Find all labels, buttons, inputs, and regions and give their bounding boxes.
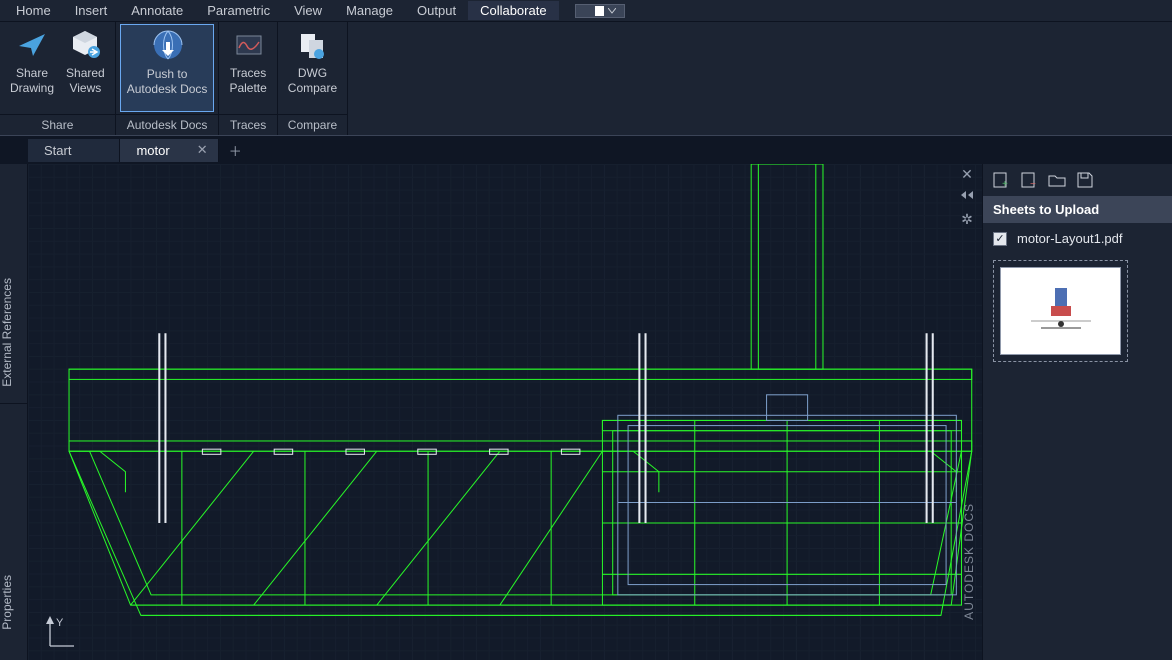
- panel-icon: [588, 6, 604, 16]
- dwg-compare-label: DWG Compare: [288, 66, 337, 96]
- panel-toolbar: + −: [983, 164, 1172, 196]
- remove-sheet-icon[interactable]: −: [1019, 170, 1039, 190]
- left-rail: External References Properties: [0, 164, 28, 660]
- axis-widget[interactable]: Y: [38, 612, 78, 652]
- gear-icon[interactable]: ✲: [956, 211, 978, 228]
- traces-palette-button[interactable]: Traces Palette: [223, 24, 272, 112]
- push-to-docs-label: Push to Autodesk Docs: [127, 67, 208, 97]
- panel-title: Sheets to Upload: [983, 196, 1172, 223]
- close-panel-icon[interactable]: ✕: [956, 166, 978, 183]
- dwg-compare-icon: [295, 28, 329, 62]
- push-to-docs-icon: [150, 29, 184, 63]
- menu-insert[interactable]: Insert: [63, 1, 120, 20]
- ribbon-group-autodesk-docs: Push to Autodesk Docs Autodesk Docs: [116, 22, 220, 135]
- ribbon-group-share-label: Share: [0, 114, 115, 135]
- close-icon[interactable]: ✕: [197, 142, 208, 158]
- share-drawing-button[interactable]: Share Drawing: [4, 24, 60, 112]
- share-drawing-label: Share Drawing: [10, 66, 54, 96]
- ribbon-group-compare-label: Compare: [278, 114, 347, 135]
- svg-text:−: −: [1030, 179, 1036, 189]
- workspace: External References Properties: [0, 164, 1172, 660]
- shared-views-icon: [68, 28, 102, 62]
- drawing-canvas[interactable]: Y ✕ ✲ AUTODESK DOCS: [28, 164, 982, 660]
- menu-bar: Home Insert Annotate Parametric View Man…: [0, 0, 1172, 22]
- shared-views-button[interactable]: Shared Views: [60, 24, 111, 112]
- ribbon: Share Drawing Shared Views Share: [0, 22, 1172, 136]
- new-tab-button[interactable]: ＋: [219, 137, 252, 164]
- traces-icon: [231, 28, 265, 62]
- menu-parametric[interactable]: Parametric: [195, 1, 282, 20]
- share-drawing-icon: [15, 28, 49, 62]
- palette-external-references[interactable]: External References: [0, 268, 27, 397]
- menu-view[interactable]: View: [282, 1, 334, 20]
- push-to-autodesk-docs-button[interactable]: Push to Autodesk Docs: [120, 24, 215, 112]
- workspace-switcher[interactable]: [575, 4, 625, 18]
- autodesk-docs-label: AUTODESK DOCS: [962, 503, 976, 620]
- palette-properties[interactable]: Properties: [0, 565, 27, 640]
- axis-y-label: Y: [56, 617, 64, 629]
- ribbon-group-traces-label: Traces: [219, 114, 276, 135]
- upload-item-name: motor-Layout1.pdf: [1017, 231, 1123, 246]
- chevron-down-icon: [608, 8, 616, 14]
- ribbon-group-compare: DWG Compare Compare: [278, 22, 348, 135]
- traces-label: Traces Palette: [229, 66, 266, 96]
- upload-item-checkbox[interactable]: ✓: [993, 232, 1007, 246]
- document-tabs: Start motor ✕ ＋: [0, 136, 1172, 164]
- save-icon[interactable]: [1075, 170, 1095, 190]
- shared-views-label: Shared Views: [66, 66, 105, 96]
- ribbon-group-docs-label: Autodesk Docs: [116, 114, 219, 135]
- collapse-icon[interactable]: [956, 189, 978, 205]
- folder-icon[interactable]: [1047, 170, 1067, 190]
- ribbon-group-share: Share Drawing Shared Views Share: [0, 22, 116, 135]
- tab-motor[interactable]: motor ✕: [120, 139, 218, 162]
- sheet-thumbnail[interactable]: [993, 260, 1128, 362]
- canvas-controls: ✕ ✲: [956, 166, 978, 228]
- wireframe-model: [28, 164, 982, 660]
- menu-collaborate[interactable]: Collaborate: [468, 1, 559, 20]
- tab-motor-label: motor: [136, 143, 169, 158]
- ribbon-group-traces: Traces Palette Traces: [219, 22, 277, 135]
- sheet-thumbnail-preview: [1000, 267, 1121, 355]
- menu-manage[interactable]: Manage: [334, 1, 405, 20]
- menu-output[interactable]: Output: [405, 1, 468, 20]
- menu-home[interactable]: Home: [4, 1, 63, 20]
- sheets-upload-panel: + − Sheets to Upload ✓ motor-Layout1.pdf: [982, 164, 1172, 660]
- tab-start[interactable]: Start: [28, 139, 120, 162]
- menu-annotate[interactable]: Annotate: [119, 1, 195, 20]
- dwg-compare-button[interactable]: DWG Compare: [282, 24, 343, 112]
- add-sheet-icon[interactable]: +: [991, 170, 1011, 190]
- tab-start-label: Start: [44, 143, 71, 158]
- upload-item-row[interactable]: ✓ motor-Layout1.pdf: [983, 223, 1172, 254]
- svg-text:+: +: [1002, 179, 1008, 189]
